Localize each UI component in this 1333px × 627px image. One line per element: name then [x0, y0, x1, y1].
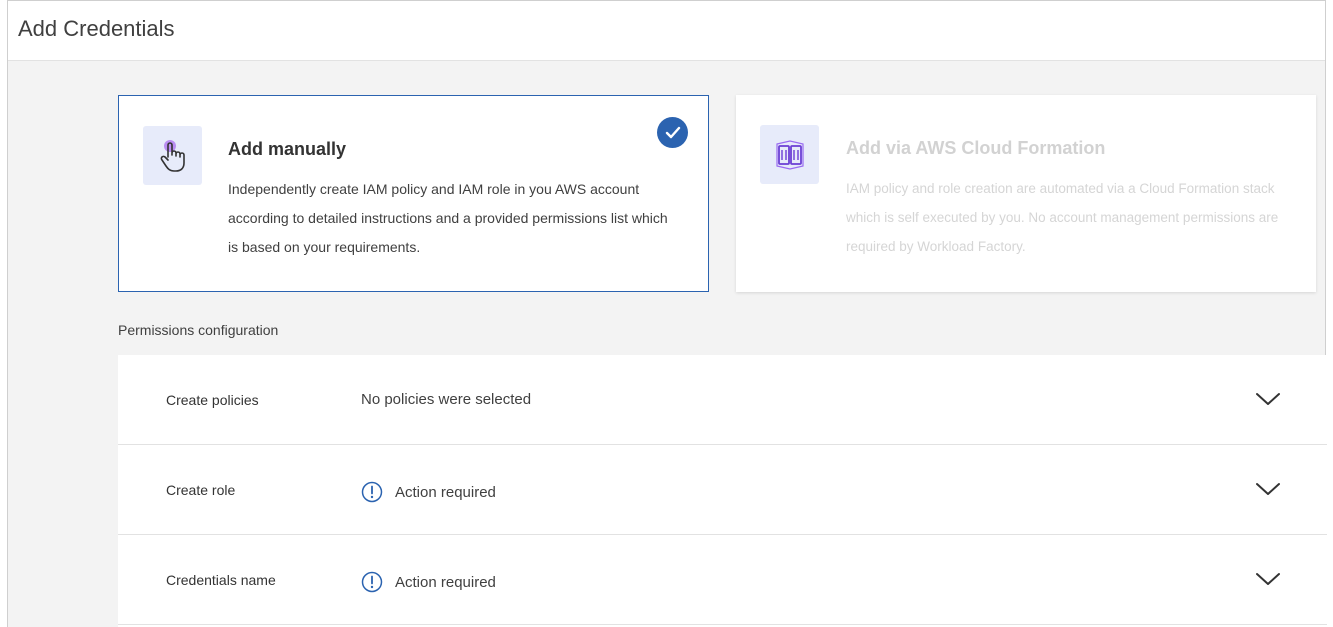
create-policies-value: No policies were selected [361, 391, 531, 408]
cloudformation-icon [760, 125, 819, 184]
exclamation-circle-icon [361, 481, 383, 503]
add-via-cloudformation-option-card[interactable]: Add via AWS Cloud Formation IAM policy a… [736, 95, 1316, 292]
create-role-label: Create role [166, 482, 236, 498]
hand-pointer-icon [143, 126, 202, 185]
credentials-name-value: Action required [361, 571, 496, 593]
add-via-cloudformation-title: Add via AWS Cloud Formation [846, 138, 1106, 158]
chevron-down-icon[interactable] [1255, 391, 1281, 407]
credentials-name-label: Credentials name [166, 572, 276, 588]
create-policies-row[interactable]: Create policies No policies were selecte… [118, 355, 1327, 445]
add-manually-title: Add manually [228, 139, 347, 159]
add-via-cloudformation-description: IAM policy and role creation are automat… [846, 181, 1279, 254]
create-policies-label: Create policies [166, 392, 259, 408]
permissions-configuration-label: Permissions configuration [118, 322, 279, 338]
add-credentials-page: Add Credentials Add manually Independent… [7, 0, 1327, 627]
chevron-down-icon[interactable] [1255, 481, 1281, 497]
page-header: Add Credentials [8, 1, 1325, 61]
chevron-down-icon[interactable] [1255, 571, 1281, 587]
create-role-value: Action required [361, 481, 496, 503]
create-role-status-text: Action required [395, 483, 496, 501]
add-manually-option-card[interactable]: Add manually Independently create IAM po… [118, 95, 709, 292]
page-title: Add Credentials [18, 16, 175, 41]
credentials-name-status-text: Action required [395, 573, 496, 591]
credentials-name-row[interactable]: Credentials name Action required [118, 535, 1327, 625]
create-policies-status-text: No policies were selected [361, 391, 532, 408]
permissions-configuration-panel: Create policies No policies were selecte… [118, 355, 1327, 627]
exclamation-circle-icon [361, 571, 383, 593]
add-manually-description: Independently create IAM policy and IAM … [228, 181, 668, 255]
selected-check-icon [657, 117, 688, 148]
create-role-row[interactable]: Create role Action required [118, 445, 1327, 535]
